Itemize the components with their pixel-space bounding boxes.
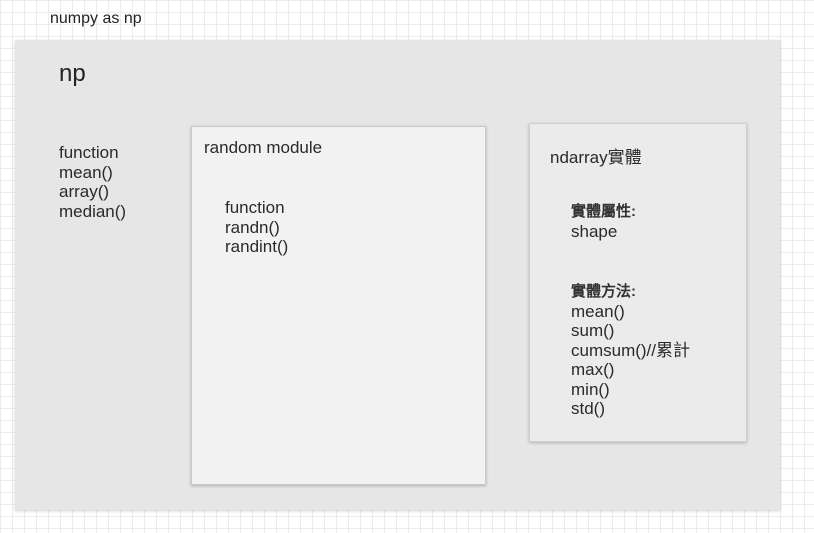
np-item-mean: mean(): [59, 162, 113, 182]
ndarray-attributes: 實體屬性: shape: [571, 202, 636, 241]
np-panel: np function mean() array() median() rand…: [15, 40, 780, 510]
method-std: std(): [571, 399, 605, 418]
random-item-function-label: function: [225, 198, 285, 217]
np-item-median: median(): [59, 201, 127, 221]
random-item-randint: randint(): [225, 237, 289, 256]
page-title: numpy as np: [50, 10, 142, 27]
random-module-box: random module function randn() randint(): [191, 126, 486, 485]
ndarray-box: ndarray實體 實體屬性: shape 實體方法: mean() sum()…: [529, 123, 747, 442]
np-item-function-label: function: [59, 143, 119, 162]
np-title: np: [59, 60, 86, 87]
ndarray-title: ndarray實體: [550, 148, 642, 167]
np-function-list: function mean() array() median(): [59, 143, 126, 221]
methods-heading: 實體方法:: [571, 283, 636, 300]
ndarray-methods: 實體方法: mean() sum() cumsum()//累計 max() mi…: [571, 282, 690, 419]
method-mean: mean(): [571, 301, 625, 321]
method-min: min(): [571, 379, 610, 399]
method-sum: sum(): [571, 321, 615, 340]
random-function-list: function randn() randint(): [225, 198, 288, 257]
random-item-randn: randn(): [225, 217, 280, 237]
attributes-heading: 實體屬性:: [571, 203, 636, 220]
method-max: max(): [571, 360, 615, 379]
method-cumsum: cumsum()//累計: [571, 340, 690, 360]
random-module-title: random module: [204, 138, 323, 157]
np-item-array: array(): [59, 182, 110, 201]
attribute-shape: shape: [571, 221, 618, 241]
